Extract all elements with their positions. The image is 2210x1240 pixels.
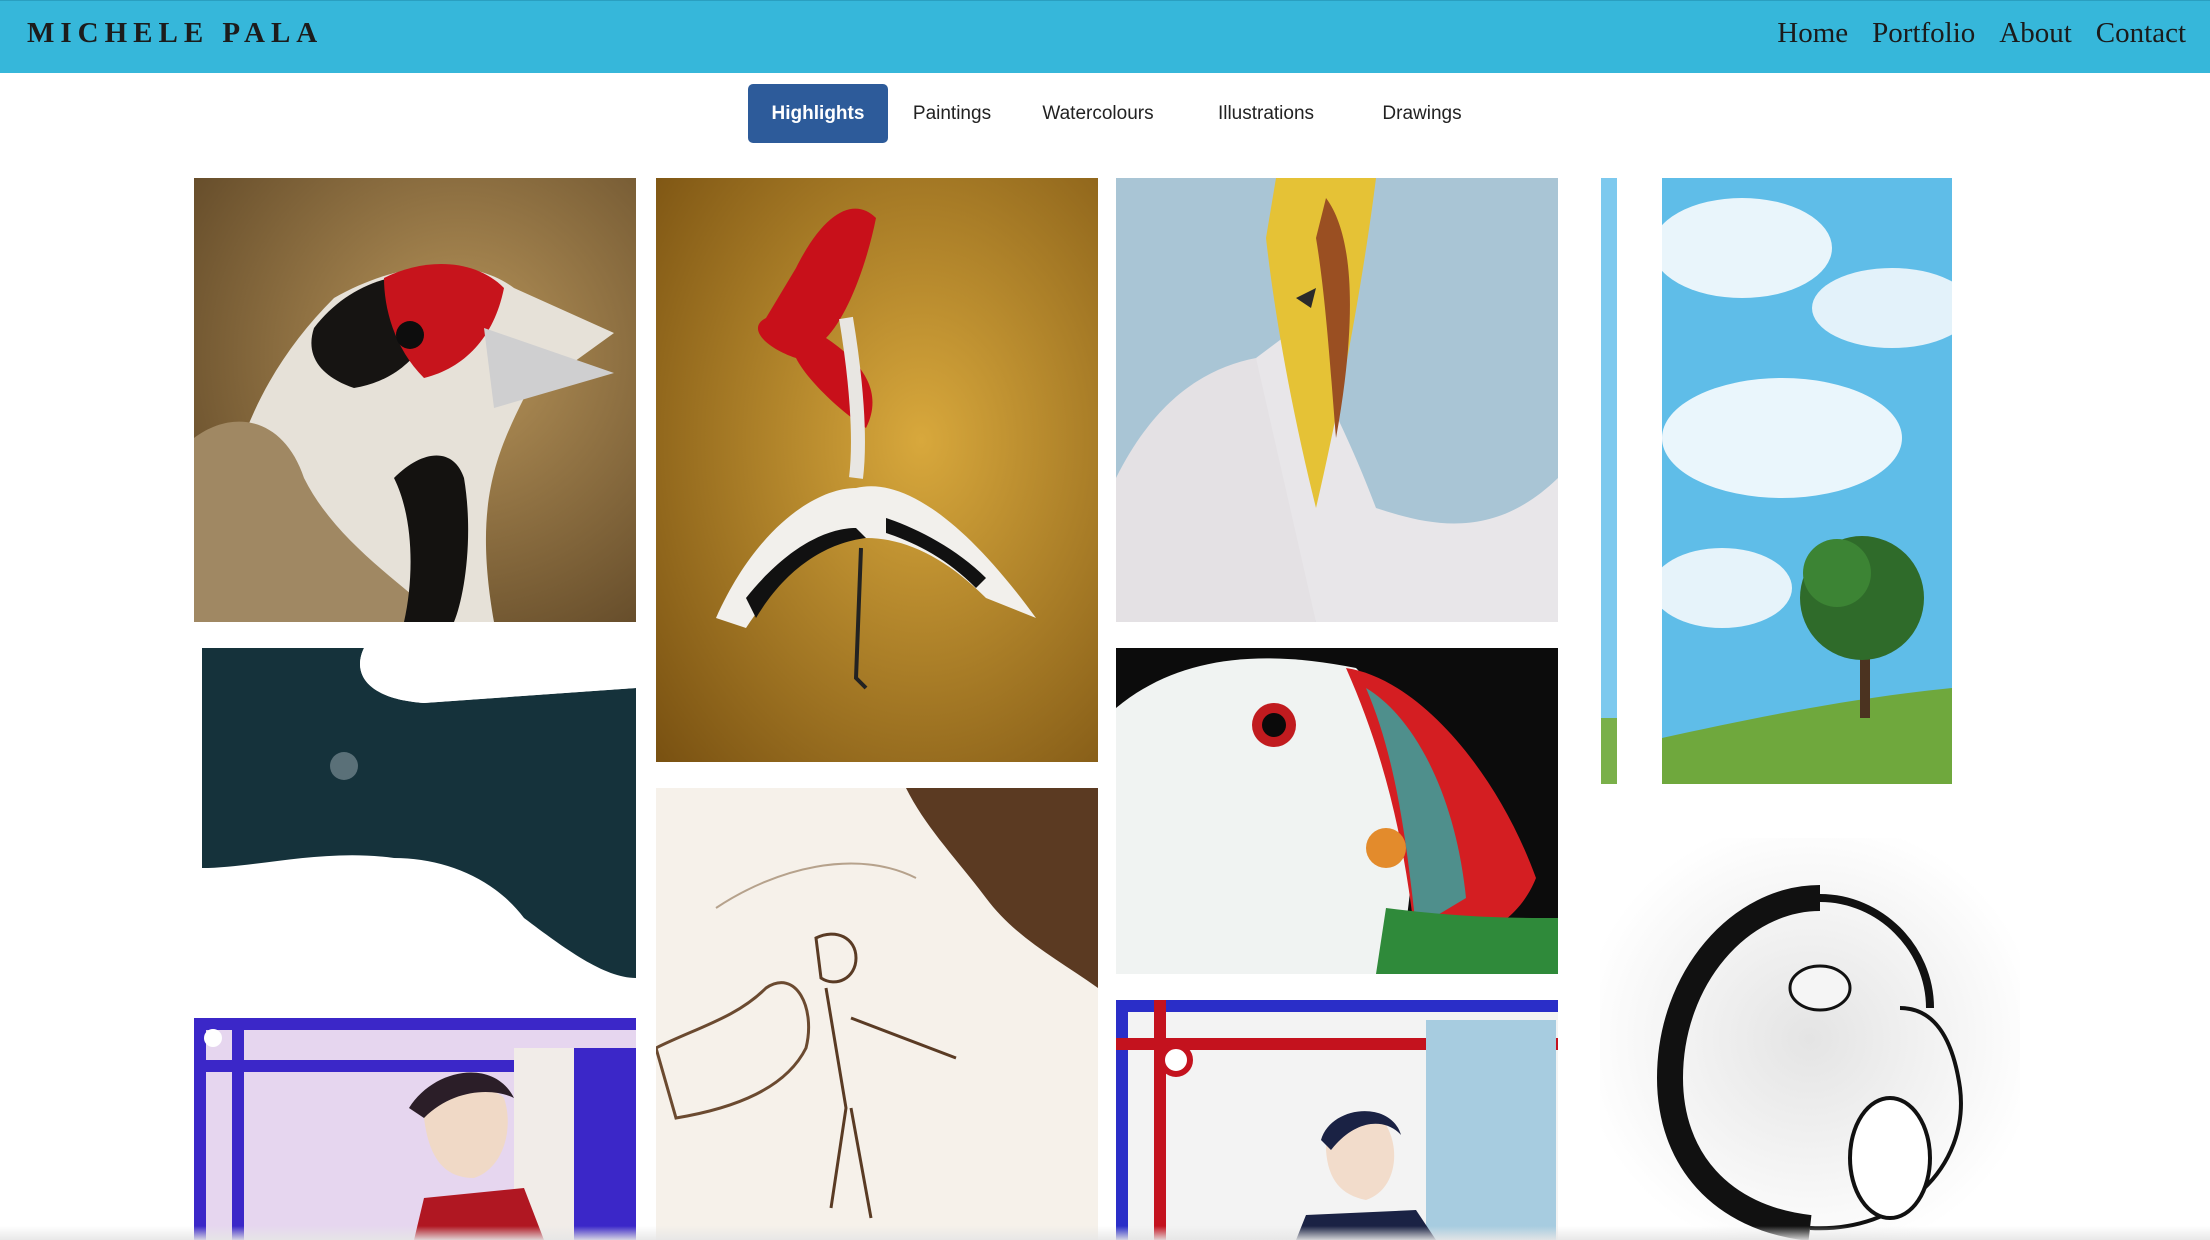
strip-image <box>1601 178 1617 784</box>
category-tabs: Highlights Paintings Watercolours Illust… <box>748 84 1492 143</box>
purple-character-image <box>194 1018 636 1240</box>
gallery-item-crane[interactable] <box>656 178 1098 762</box>
gallery-item-tree[interactable] <box>1662 178 1952 784</box>
sketch-image <box>656 788 1098 1240</box>
gallery-item-red-character[interactable] <box>1116 1000 1558 1240</box>
gallery-item-sketch[interactable] <box>656 788 1098 1240</box>
gallery-item-dark-abstract[interactable] <box>194 648 636 992</box>
gallery-item-ouroboros[interactable] <box>1600 838 2020 1240</box>
tab-highlights[interactable]: Highlights <box>748 84 888 143</box>
dark-abstract-image <box>194 648 636 992</box>
goldfinch-image <box>194 178 636 622</box>
tab-watercolours[interactable]: Watercolours <box>1016 84 1180 143</box>
page: MICHELE PALA Home Portfolio About Contac… <box>0 0 2210 1240</box>
gallery-item-purple-character[interactable] <box>194 1018 636 1240</box>
nav-home-link[interactable]: Home <box>1777 17 1848 50</box>
red-character-image <box>1116 1000 1558 1240</box>
nav-contact-link[interactable]: Contact <box>2096 17 2186 50</box>
gallery-item-gull[interactable] <box>1116 178 1558 622</box>
nav-about-link[interactable]: About <box>1999 17 2072 50</box>
site-header: MICHELE PALA Home Portfolio About Contac… <box>0 0 2210 73</box>
gallery-item-strip[interactable] <box>1601 178 1617 784</box>
tree-image <box>1662 178 1952 784</box>
tab-drawings[interactable]: Drawings <box>1352 84 1492 143</box>
site-logo-text[interactable]: MICHELE PALA <box>27 17 323 50</box>
gallery-item-goldfinch[interactable] <box>194 178 636 622</box>
gull-image <box>1116 178 1558 622</box>
ouroboros-image <box>1600 838 2020 1240</box>
main-nav: Home Portfolio About Contact <box>1777 17 2186 50</box>
tab-paintings[interactable]: Paintings <box>888 84 1016 143</box>
crane-image <box>656 178 1098 762</box>
gallery-item-puffin[interactable] <box>1116 648 1558 974</box>
nav-portfolio-link[interactable]: Portfolio <box>1872 17 1975 50</box>
bottom-edge-shade <box>0 1226 2210 1240</box>
puffin-image <box>1116 648 1558 974</box>
tab-illustrations[interactable]: Illustrations <box>1180 84 1352 143</box>
